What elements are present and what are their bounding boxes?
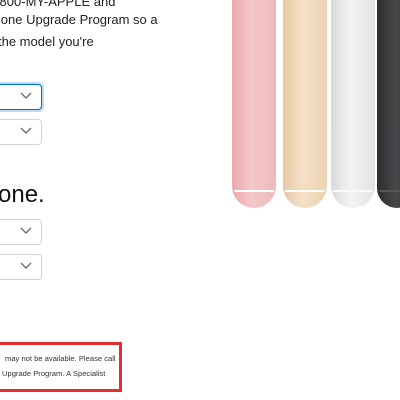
- phone-rose-gold: [232, 0, 276, 208]
- notice-line-2: Upgrade Program. A Specialist: [2, 369, 106, 378]
- section-heading: one.: [0, 181, 45, 208]
- phone-gold: [283, 0, 327, 208]
- carrier-select[interactable]: [0, 119, 42, 145]
- phone-silver: [331, 0, 375, 208]
- intro-line-2: iPhone Upgrade Program so a: [0, 12, 158, 27]
- chevron-down-icon: [20, 227, 32, 234]
- intro-line-1: 1-800-MY-APPLE and: [0, 0, 116, 9]
- chevron-down-icon: [20, 127, 32, 134]
- model-select[interactable]: [0, 84, 42, 110]
- notice-line-1: may not be available. Please call: [5, 354, 116, 363]
- new-model-select[interactable]: [0, 219, 42, 245]
- intro-line-3: the model you're: [0, 34, 94, 49]
- new-capacity-select[interactable]: [0, 254, 42, 280]
- availability-notice: may not be available. Please call Upgrad…: [0, 342, 122, 392]
- chevron-down-icon: [20, 262, 32, 269]
- chevron-down-icon: [20, 92, 32, 99]
- phone-black: [377, 0, 400, 208]
